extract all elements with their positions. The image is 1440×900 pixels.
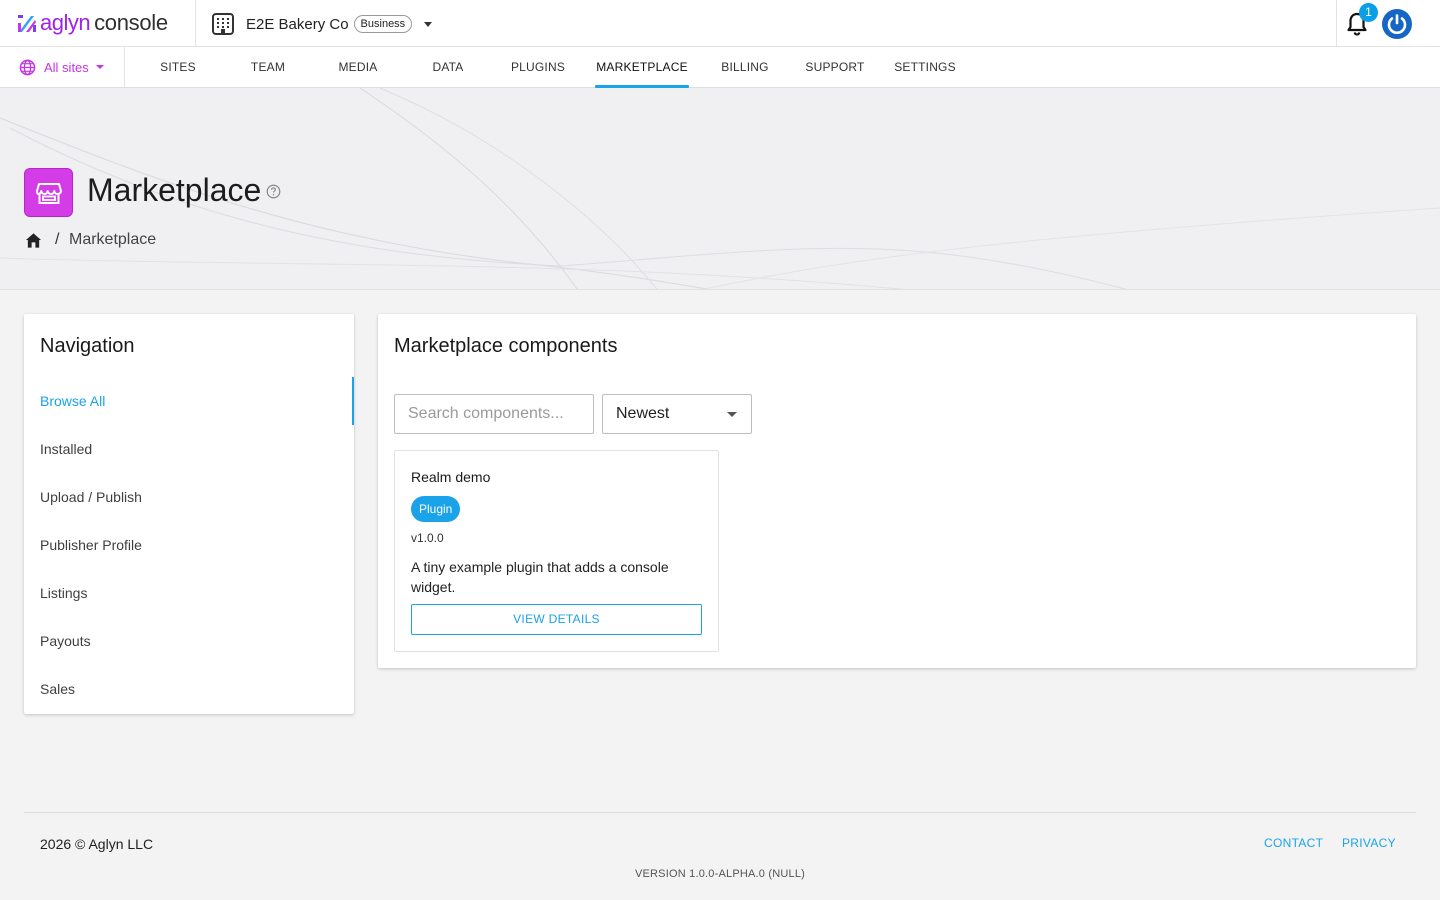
component-name: Realm demo [411,469,491,485]
breadcrumb-separator: / [55,231,60,248]
aglyn-logo-icon [18,15,36,32]
component-card: Realm demo Plugin v1.0.0 A tiny example … [394,450,719,652]
component-description: A tiny example plugin that adds a consol… [411,559,669,595]
tab-sites[interactable]: SITES [158,47,198,87]
notification-count-badge: 1 [1359,3,1378,22]
nav-divider [124,47,125,87]
account-power-button[interactable] [1382,9,1412,39]
sidebar-item-browse-all[interactable]: Browse All [24,377,354,425]
view-details-button[interactable]: VIEW DETAILS [411,604,702,635]
building-icon [212,13,234,35]
plan-badge: Business [353,15,413,33]
home-icon[interactable] [25,232,42,249]
footer-copyright: 2026 © Aglyn LLC [40,836,154,852]
storefront-glyph [35,182,62,204]
header-divider [195,0,196,47]
sort-value: Newest [616,405,670,422]
app-logo[interactable]: aglyn console [17,10,168,35]
brand-name: aglyn [40,10,91,35]
chevron-down-icon [424,21,433,27]
sidebar-item-publisher-profile[interactable]: Publisher Profile [24,521,354,569]
tab-team[interactable]: TEAM [248,47,288,87]
page-title: Marketplace [87,172,262,208]
component-type-chip: Plugin [411,496,461,522]
tab-billing[interactable]: BILLING [718,47,772,87]
help-circle-icon[interactable] [266,184,281,199]
chevron-down-icon [95,65,104,69]
footer-version: VERSION 1.0.0-ALPHA.0 (NULL) [634,868,806,880]
page-header: Marketplace / Marketplace [0,88,1440,290]
main-nav: All sites SITES TEAM MEDIA DATA PLUGINS … [0,47,1440,88]
navigation-title: Navigation [40,335,135,357]
footer-divider [24,812,1416,813]
storefront-icon [24,168,73,217]
brand-suffix: console [94,10,168,35]
all-sites-selector[interactable]: All sites [19,47,104,87]
tab-settings[interactable]: SETTINGS [893,47,957,87]
all-sites-label: All sites [44,59,89,75]
navigation-card: Navigation Browse All Installed Upload /… [24,314,354,714]
footer-contact-link[interactable]: CONTACT [1264,836,1323,850]
power-icon [1387,14,1407,34]
globe-icon [19,59,36,75]
marketplace-components-card: Marketplace components Newest Realm demo… [378,314,1416,668]
org-switcher[interactable]: E2E Bakery Co Business [212,12,433,36]
header-divider-right [1336,0,1337,47]
tab-support[interactable]: SUPPORT [805,47,865,87]
tab-data[interactable]: DATA [428,47,468,87]
sidebar-item-installed[interactable]: Installed [24,425,354,473]
sidebar-item-payouts[interactable]: Payouts [24,617,354,665]
search-input[interactable] [394,394,594,434]
tab-media[interactable]: MEDIA [336,47,380,87]
tab-plugins[interactable]: PLUGINS [510,47,566,87]
chevron-down-icon [727,412,737,417]
sidebar-item-listings[interactable]: Listings [24,569,354,617]
footer-privacy-link[interactable]: PRIVACY [1342,836,1396,850]
breadcrumb-current: Marketplace [69,231,157,248]
tab-marketplace[interactable]: MARKETPLACE [595,47,689,88]
sidebar-item-sales[interactable]: Sales [24,665,354,713]
sidebar-item-upload-publish[interactable]: Upload / Publish [24,473,354,521]
org-name: E2E Bakery Co [246,15,349,33]
section-title: Marketplace components [394,335,618,357]
top-bar: aglyn console E2E Bakery Co Business 1 [0,0,1440,47]
sort-select[interactable]: Newest [602,394,752,434]
component-version: v1.0.0 [411,531,444,545]
